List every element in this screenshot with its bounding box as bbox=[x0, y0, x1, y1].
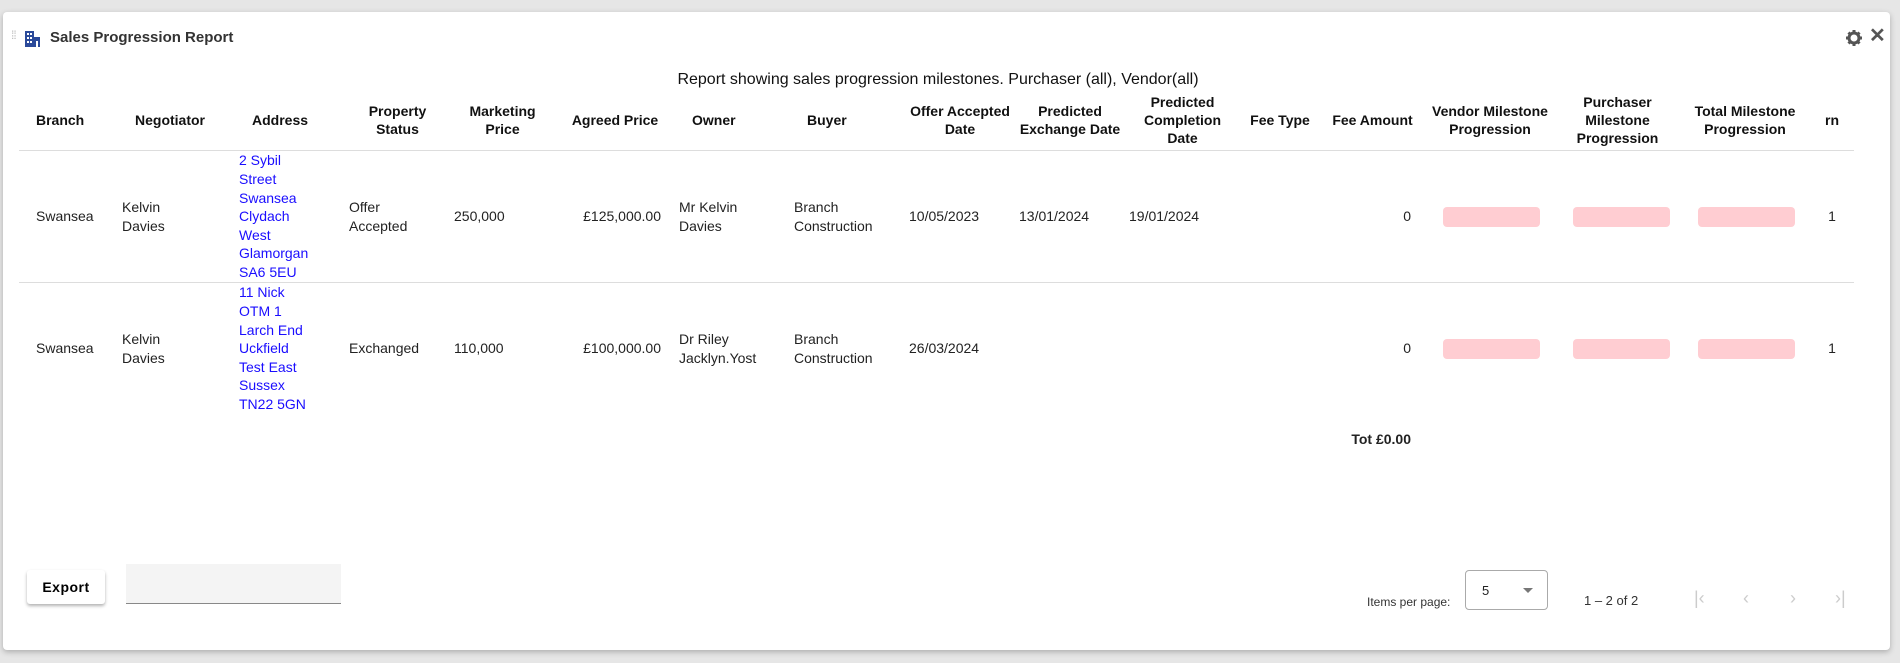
report-caption: Report showing sales progression milesto… bbox=[677, 71, 1199, 88]
header-row: Branch Negotiator Address Property Statu… bbox=[19, 90, 1854, 151]
col-branch[interactable]: Branch bbox=[19, 90, 118, 151]
buyer-cell: Branch Construction bbox=[790, 150, 905, 283]
purchaser-progress-cell bbox=[1555, 150, 1680, 283]
building-icon bbox=[25, 31, 40, 47]
col-purchaser-milestone[interactable]: Purchaser Milestone Progression bbox=[1555, 90, 1680, 151]
fee-type-cell bbox=[1240, 150, 1320, 283]
negotiator-cell: Kelvin Davies bbox=[118, 283, 235, 415]
col-offer-accepted-date[interactable]: Offer Accepted Date bbox=[905, 90, 1015, 151]
export-button[interactable]: Export bbox=[27, 570, 105, 604]
fee-type-cell bbox=[1240, 283, 1320, 415]
first-page-icon[interactable]: |‹ bbox=[1694, 588, 1705, 609]
agreed-price-cell: £100,000.00 bbox=[583, 340, 661, 357]
dropdown-arrow-icon bbox=[1523, 588, 1533, 593]
col-marketing-price[interactable]: Marketing Price bbox=[450, 90, 555, 151]
agreed-price-cell: £125,000.00 bbox=[555, 150, 675, 283]
predicted-exchange-cell: 13/01/2024 bbox=[1015, 150, 1125, 283]
col-negotiator[interactable]: Negotiator bbox=[118, 90, 235, 151]
items-per-page-select[interactable]: 5 bbox=[1465, 570, 1548, 610]
address-link[interactable]: 11 Nick OTM 1 Larch End Uckfield Test Ea… bbox=[239, 283, 311, 413]
address-cell: 11 Nick OTM 1 Larch End Uckfield Test Ea… bbox=[235, 283, 345, 415]
purchaser-progress-bar bbox=[1573, 206, 1670, 227]
owner-cell: Dr Riley Jacklyn.Yost bbox=[675, 283, 790, 415]
buyer-text: Branch Construction bbox=[794, 330, 873, 366]
marketing-price-cell: 250,000 bbox=[450, 150, 555, 283]
col-predicted-completion-date[interactable]: Predicted Completion Date bbox=[1125, 90, 1240, 151]
total-progress-cell bbox=[1680, 150, 1810, 283]
predicted-completion-cell bbox=[1125, 283, 1240, 415]
next-page-icon[interactable]: › bbox=[1790, 588, 1796, 609]
col-owner[interactable]: Owner bbox=[675, 90, 790, 151]
owner-text: Mr Kelvin Davies bbox=[679, 198, 738, 234]
vendor-progress-cell bbox=[1425, 150, 1555, 283]
owner-cell: Mr Kelvin Davies bbox=[675, 150, 790, 283]
negotiator-text: Kelvin Davies bbox=[122, 330, 165, 366]
filter-input[interactable] bbox=[126, 564, 341, 604]
gear-icon[interactable] bbox=[1846, 30, 1862, 46]
vendor-progress-bar bbox=[1443, 338, 1540, 359]
buyer-text: Branch Construction bbox=[794, 198, 873, 234]
fee-amount-cell: 0 bbox=[1320, 150, 1425, 283]
table-row: Swansea Kelvin Davies 11 Nick OTM 1 Larc… bbox=[19, 283, 1854, 415]
status-cell: Exchanged bbox=[345, 283, 450, 415]
offer-accepted-cell: 26/03/2024 bbox=[909, 340, 980, 357]
col-buyer[interactable]: Buyer bbox=[790, 90, 905, 151]
address-cell: 2 Sybil Street Swansea Clydach West Glam… bbox=[235, 150, 345, 283]
offer-accepted-cell: 10/05/2023 bbox=[905, 150, 1015, 283]
last-page-icon[interactable]: ›| bbox=[1835, 588, 1846, 609]
col-agreed-price[interactable]: Agreed Price bbox=[555, 90, 675, 151]
total-row: Tot £0.00 bbox=[19, 414, 1854, 464]
predicted-exchange-cell bbox=[1015, 283, 1125, 415]
owner-text: Dr Riley Jacklyn.Yost bbox=[679, 330, 757, 366]
col-total-milestone[interactable]: Total Milestone Progression bbox=[1680, 90, 1810, 151]
total-progress-bar bbox=[1698, 338, 1795, 359]
items-per-page-label: Items per page: bbox=[1367, 595, 1451, 609]
col-property-status[interactable]: Property Status bbox=[345, 90, 450, 151]
branch-cell: Swansea bbox=[36, 340, 94, 357]
total-fee: Tot £0.00 bbox=[1351, 430, 1411, 447]
total-progress-bar bbox=[1698, 206, 1795, 227]
col-fee-type[interactable]: Fee Type bbox=[1240, 90, 1320, 151]
table-row: Swansea Kelvin Davies 2 Sybil Street Swa… bbox=[19, 150, 1854, 283]
col-vendor-milestone[interactable]: Vendor Milestone Progression bbox=[1425, 90, 1555, 151]
report-window: ⁞⁞ Sales Progression Report ✕ Report sho… bbox=[3, 12, 1890, 650]
col-predicted-exchange-date[interactable]: Predicted Exchange Date bbox=[1015, 90, 1125, 151]
address-link[interactable]: 2 Sybil Street Swansea Clydach West Glam… bbox=[239, 151, 311, 281]
col-fee-amount[interactable]: Fee Amount bbox=[1320, 90, 1425, 151]
window-title: Sales Progression Report bbox=[50, 29, 234, 46]
report-table: Branch Negotiator Address Property Statu… bbox=[19, 90, 1854, 464]
page-range: 1 – 2 of 2 bbox=[1584, 593, 1639, 608]
close-icon[interactable]: ✕ bbox=[1869, 26, 1886, 46]
status-text: Exchanged bbox=[349, 340, 420, 357]
items-per-page-value: 5 bbox=[1482, 583, 1490, 598]
negotiator-text: Kelvin Davies bbox=[122, 198, 165, 234]
vendor-progress-cell bbox=[1425, 283, 1555, 415]
purchaser-progress-cell bbox=[1555, 283, 1680, 415]
status-cell: Offer Accepted bbox=[345, 150, 450, 283]
vendor-progress-bar bbox=[1443, 206, 1540, 227]
negotiator-cell: Kelvin Davies bbox=[118, 150, 235, 283]
buyer-cell: Branch Construction bbox=[790, 283, 905, 415]
col-rn[interactable]: rn bbox=[1810, 90, 1854, 151]
drag-handle-icon[interactable]: ⁞⁞ bbox=[11, 29, 19, 46]
marketing-price-cell: 110,000 bbox=[454, 340, 504, 357]
rn-cell: 1 bbox=[1810, 150, 1854, 283]
total-progress-cell bbox=[1680, 283, 1810, 415]
rn-cell: 1 bbox=[1828, 340, 1836, 357]
status-text: Offer Accepted bbox=[349, 198, 408, 234]
purchaser-progress-bar bbox=[1573, 338, 1670, 359]
col-address[interactable]: Address bbox=[235, 90, 345, 151]
previous-page-icon[interactable]: ‹ bbox=[1743, 588, 1749, 609]
predicted-completion-cell: 19/01/2024 bbox=[1125, 150, 1240, 283]
fee-amount-cell: 0 bbox=[1403, 340, 1411, 357]
branch-cell: Swansea bbox=[19, 150, 118, 283]
